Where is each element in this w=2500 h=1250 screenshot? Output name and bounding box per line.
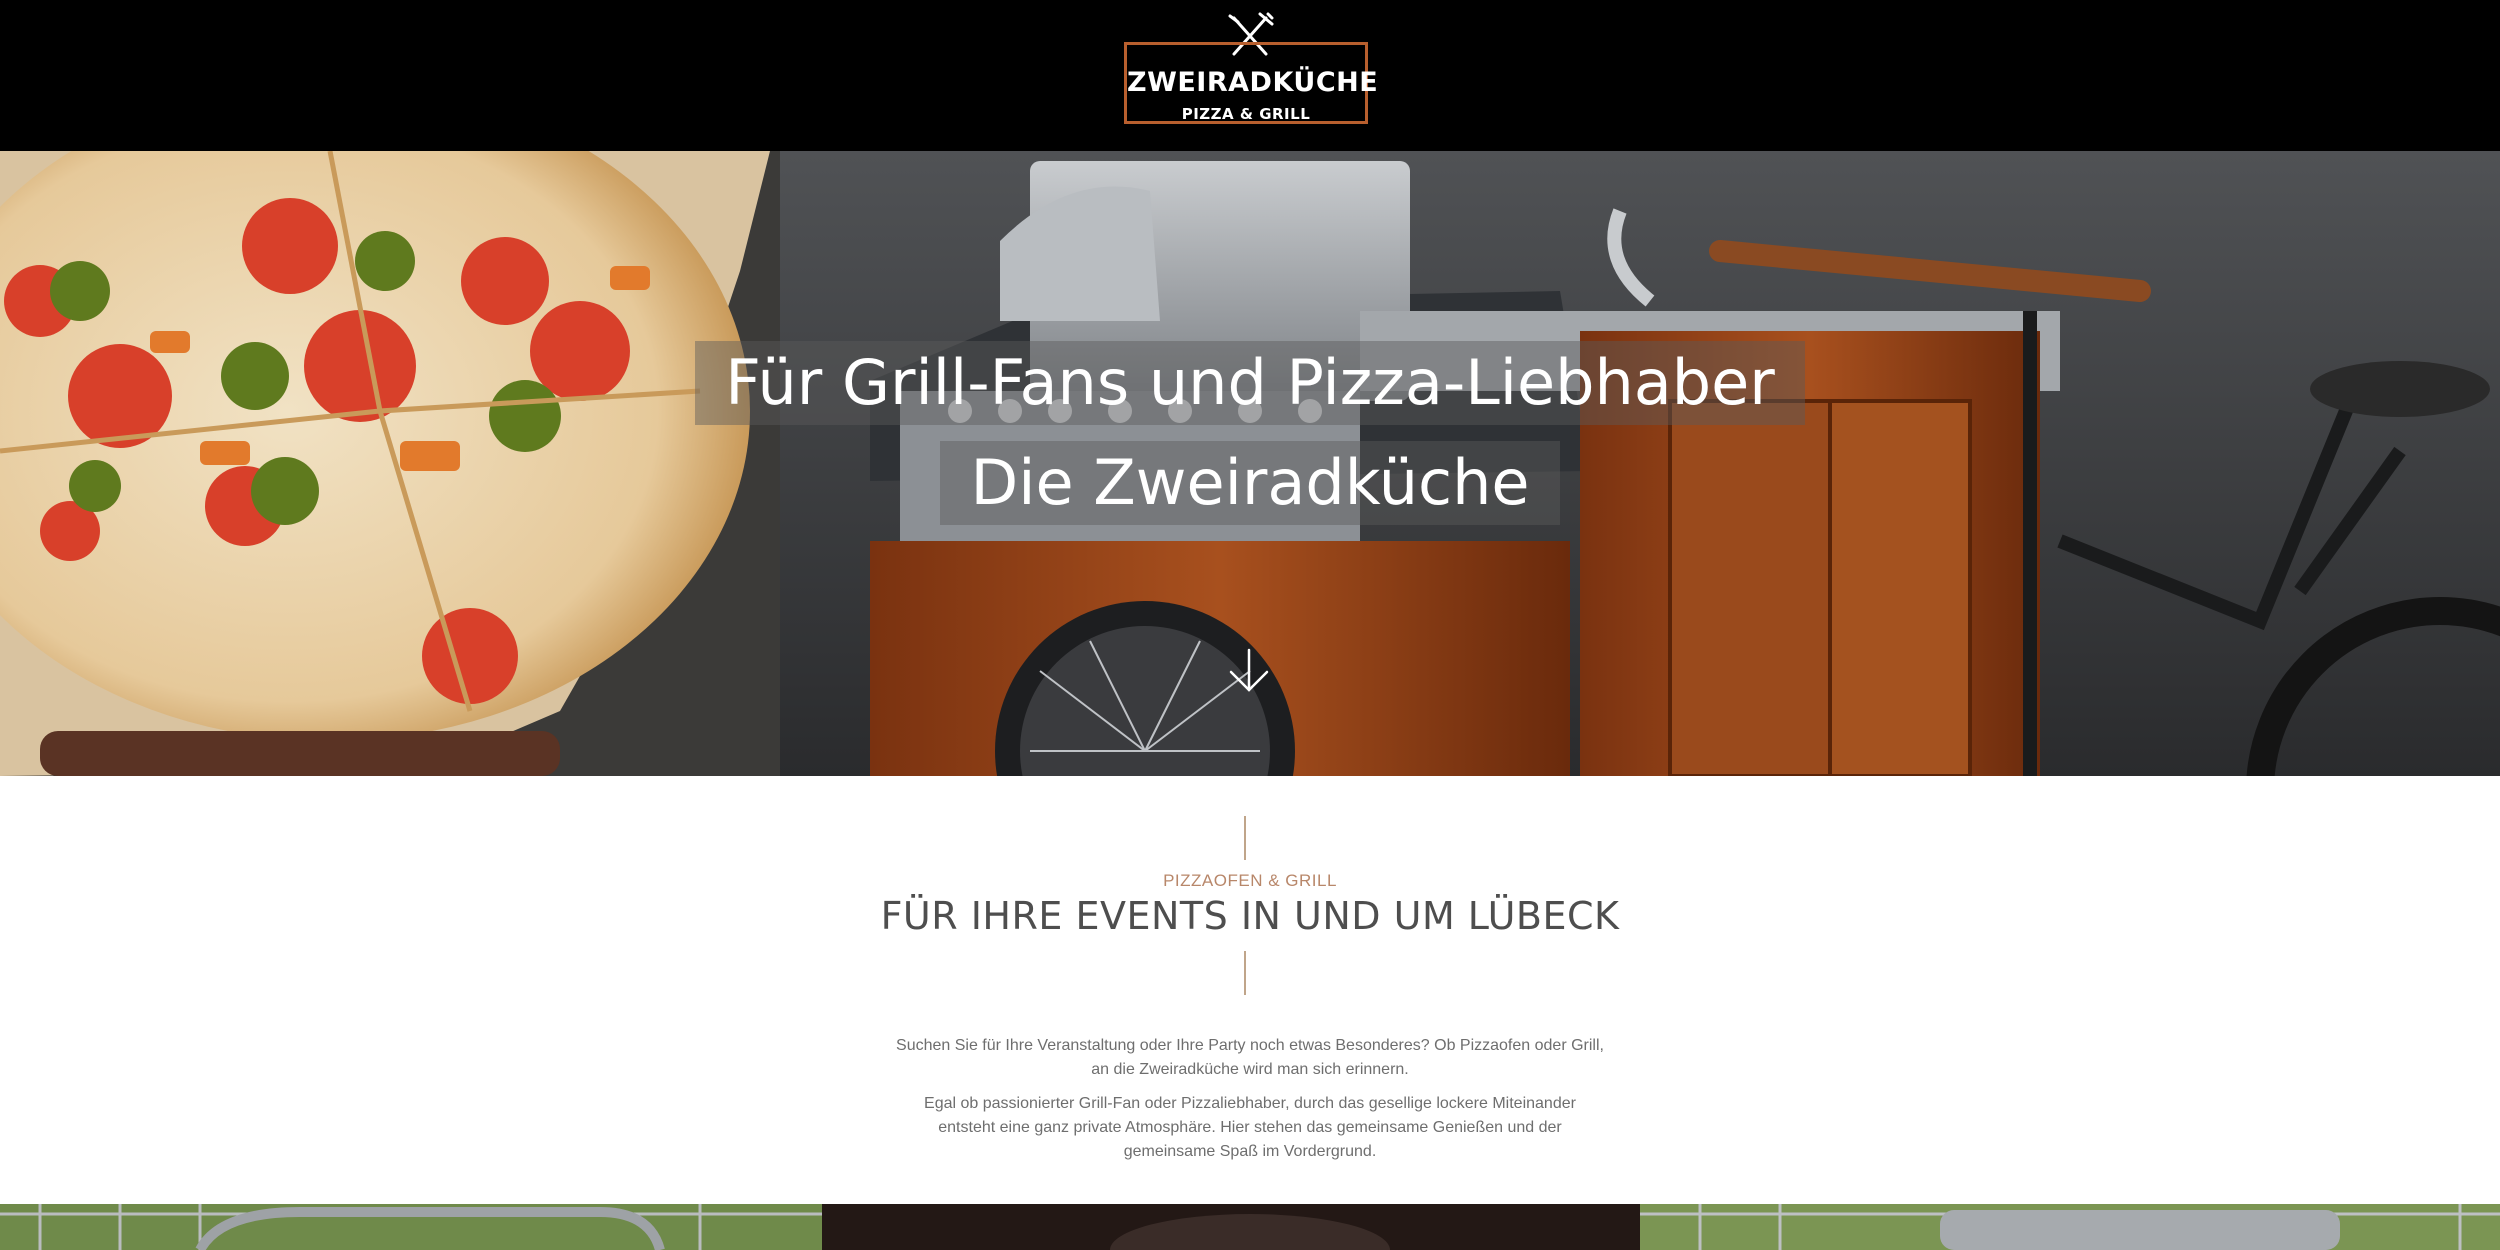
paragraph-line: Suchen Sie für Ihre Veranstaltung oder I… — [896, 1037, 1604, 1054]
logo-subtitle: PIZZA & GRILL — [1181, 105, 1311, 123]
paragraph-line: Egal ob passionierter Grill-Fan oder Piz… — [924, 1095, 1576, 1112]
arrow-down-icon[interactable] — [1226, 646, 1272, 696]
paragraph-line: an die Zweiradküche wird man sich erinne… — [1091, 1061, 1409, 1078]
hero-title-line-1: Für Grill-Fans und Pizza-Liebhaber — [695, 341, 1805, 425]
logo-name: ZWEIRADKÜCHE — [1127, 67, 1379, 98]
intro-section: PIZZAOFEN & GRILL FÜR IHRE EVENTS IN UND… — [0, 776, 2500, 1204]
gallery-strip — [0, 1204, 2500, 1250]
intro-paragraph-1: Suchen Sie für Ihre Veranstaltung oder I… — [870, 1034, 1630, 1082]
intro-paragraph-2: Egal ob passionierter Grill-Fan oder Piz… — [870, 1092, 1630, 1164]
hero-title: Für Grill-Fans und Pizza-Liebhaber Die Z… — [0, 341, 2500, 525]
divider-bottom — [1244, 951, 1246, 995]
hero-title-line-2: Die Zweiradküche — [940, 441, 1560, 525]
gallery-images — [0, 1204, 2500, 1250]
paragraph-line: entsteht eine ganz private Atmosphäre. H… — [938, 1119, 1562, 1136]
hero-section: Für Grill-Fans und Pizza-Liebhaber Die Z… — [0, 151, 2500, 776]
paragraph-line: gemeinsame Spaß im Vordergrund. — [1123, 1143, 1377, 1160]
divider-top — [1244, 816, 1246, 860]
section-eyebrow: PIZZAOFEN & GRILL — [1163, 871, 1337, 890]
logo-frame: ZWEIRADKÜCHE PIZZA & GRILL — [1124, 42, 1379, 124]
site-header: ZWEIRADKÜCHE PIZZA & GRILL — [0, 0, 2500, 151]
logo-link[interactable]: ZWEIRADKÜCHE PIZZA & GRILL — [1122, 10, 1378, 128]
section-title: FÜR IHRE EVENTS IN UND UM LÜBECK — [880, 894, 1620, 938]
